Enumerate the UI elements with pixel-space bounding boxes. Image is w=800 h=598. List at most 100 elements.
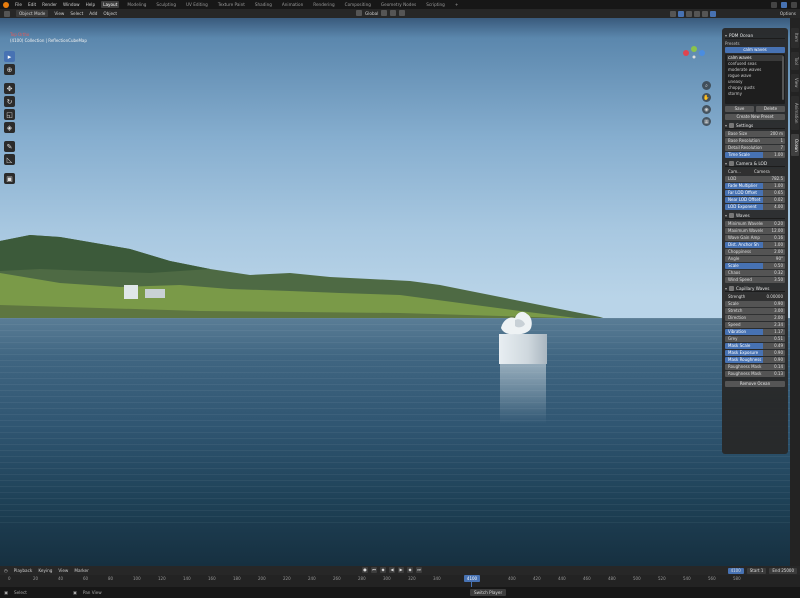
menu-playback[interactable]: Playback — [14, 568, 33, 573]
jump-end-icon[interactable]: ⏭ — [416, 567, 422, 573]
waves-row[interactable]: Minimum Wavelen 0.20 — [725, 221, 785, 227]
pedestal-cube[interactable] — [499, 334, 547, 364]
play-icon[interactable]: ▶ — [398, 567, 404, 573]
rotate-icon[interactable]: ↻ — [4, 96, 15, 107]
shading-solid-icon[interactable] — [702, 10, 708, 17]
workspace-tab-geometry-nodes[interactable]: Geometry Nodes — [379, 1, 418, 8]
capillary-row[interactable]: Roughness Mask 0.14 — [725, 364, 785, 370]
3d-viewport[interactable]: Top Ortho (4100) Collection | Reflection… — [0, 18, 790, 566]
tab-ocean[interactable]: Ocean — [791, 134, 799, 156]
lod-field[interactable]: LOD 782.5 — [725, 176, 785, 182]
menu-marker[interactable]: Marker — [74, 568, 88, 573]
pivot-icon[interactable] — [381, 10, 388, 16]
capillary-strength[interactable]: Strength 0.00000 — [725, 294, 785, 300]
play-reverse-icon[interactable]: ◀ — [389, 567, 395, 573]
workspace-tab-scripting[interactable]: Scripting — [424, 1, 447, 8]
section-camera-lod[interactable]: ▾ Camera & LOD — [725, 160, 785, 167]
section-waves[interactable]: ▾ Waves — [725, 212, 785, 219]
preset-scrollbar[interactable] — [782, 56, 784, 100]
save-preset-button[interactable]: Save — [725, 106, 754, 112]
checkbox-icon[interactable] — [729, 285, 735, 291]
workspace-tab-texture-paint[interactable]: Texture Paint — [216, 1, 247, 8]
gizmo-toggle-icon[interactable] — [678, 10, 684, 17]
menu-help[interactable]: Help — [86, 2, 96, 7]
lod-row[interactable]: Fade Multiplier 1.00 — [725, 183, 785, 189]
section-settings[interactable]: ▾ Settings — [725, 122, 785, 129]
annotate-icon[interactable]: ✎ — [4, 141, 15, 152]
switch-player-button[interactable]: Switch Player — [470, 589, 507, 596]
proportional-icon[interactable] — [399, 10, 406, 16]
perspective-grid-icon[interactable]: ▦ — [702, 117, 711, 126]
statue-object[interactable] — [497, 306, 537, 336]
cursor-icon[interactable]: ⊕ — [4, 64, 15, 75]
capillary-row[interactable]: Mask Roughness 0.90 — [725, 357, 785, 363]
overlay-toggle-icon[interactable] — [686, 10, 692, 17]
add-cube-icon[interactable]: ▣ — [4, 173, 15, 184]
waves-row[interactable]: Dist. Anchor Sh 1.00 — [725, 242, 785, 248]
workspace-tab-sculpting[interactable]: Sculpting — [154, 1, 178, 8]
preset-item[interactable]: stormy — [727, 91, 783, 97]
workspace-tab-uv-editing[interactable]: UV Editing — [184, 1, 210, 8]
orientation-icon[interactable] — [356, 10, 362, 16]
scale-icon[interactable]: ◱ — [4, 109, 15, 120]
camera-field[interactable]: Cam... Camera — [725, 169, 785, 175]
transform-orientation-dropdown[interactable]: Global — [365, 11, 378, 16]
blender-logo-icon[interactable] — [3, 1, 9, 8]
menu-render[interactable]: Render — [42, 2, 57, 7]
camera-view-icon[interactable]: ◉ — [702, 105, 711, 114]
select-box-icon[interactable]: ▸ — [4, 51, 15, 62]
workspace-tab-modeling[interactable]: Modeling — [125, 1, 148, 8]
jump-start-icon[interactable]: ⏮ — [371, 567, 377, 573]
add-workspace-button[interactable]: + — [453, 1, 461, 8]
render-icon[interactable] — [791, 1, 797, 8]
lod-row[interactable]: Far LOD Offset 0.65 — [725, 190, 785, 196]
tab-item[interactable]: Item — [791, 28, 799, 48]
waves-row[interactable]: Angle 90° — [725, 256, 785, 262]
move-icon[interactable]: ✥ — [4, 83, 15, 94]
workspace-tab-compositing[interactable]: Compositing — [343, 1, 373, 8]
workspace-tab-shading[interactable]: Shading — [253, 1, 274, 8]
waves-row[interactable]: Wave Gain Amp 0.16 — [725, 235, 785, 241]
create-preset-button[interactable]: Create New Preset — [725, 114, 785, 120]
tab-view[interactable]: View — [791, 74, 799, 92]
editor-type-icon[interactable] — [4, 10, 10, 17]
waves-row[interactable]: Choppiness 2.00 — [725, 249, 785, 255]
capillary-row[interactable]: Grey 0.51 — [725, 336, 785, 342]
navigation-gizmo[interactable] — [680, 43, 708, 71]
snap-icon[interactable] — [390, 10, 397, 16]
measure-icon[interactable]: ◺ — [4, 154, 15, 165]
menu-select[interactable]: Select — [70, 11, 83, 16]
settings-row[interactable]: Base Size 200 m — [725, 131, 785, 137]
menu-view-timeline[interactable]: View — [58, 568, 68, 573]
xray-icon[interactable] — [694, 10, 700, 17]
current-frame-field[interactable]: 4100 — [727, 567, 744, 574]
capillary-row[interactable]: Roughness Mask 0.13 — [725, 371, 785, 377]
timeline-ruler[interactable]: 0 20 40 60 80 100 120 140 160 180 200 22… — [0, 575, 800, 587]
remove-ocean-button[interactable]: Remove Ocean — [725, 381, 785, 387]
capillary-row[interactable]: Scale 0.90 — [725, 301, 785, 307]
workspace-tab-rendering[interactable]: Rendering — [311, 1, 336, 8]
menu-keying[interactable]: Keying — [38, 568, 52, 573]
view-layer-icon[interactable] — [781, 1, 787, 8]
tab-animation[interactable]: Animation — [791, 96, 799, 130]
workspace-tab-layout[interactable]: Layout — [101, 1, 120, 8]
section-capillary-waves[interactable]: ▾ Capillary Waves — [725, 285, 785, 292]
menu-view[interactable]: View — [54, 11, 64, 16]
waves-row[interactable]: Maximum Wavele 12.00 — [725, 228, 785, 234]
time-scale-slider[interactable]: Time Scale 1.00 — [725, 152, 785, 158]
waves-row[interactable]: Wind Speed 3.50 — [725, 277, 785, 283]
capillary-row[interactable]: Mask Exposure 0.90 — [725, 350, 785, 356]
menu-file[interactable]: File — [15, 2, 22, 7]
capillary-row[interactable]: Vibration 1.17 — [725, 329, 785, 335]
tab-tool[interactable]: Tool — [791, 52, 799, 70]
delete-preset-button[interactable]: Delete — [756, 106, 785, 112]
lod-row[interactable]: Near LOD Offset 0.02 — [725, 197, 785, 203]
capillary-row[interactable]: Speed 2.34 — [725, 322, 785, 328]
options-dropdown[interactable]: Options — [780, 11, 796, 16]
waves-row[interactable]: Chaos 0.32 — [725, 270, 785, 276]
workspace-tab-animation[interactable]: Animation — [280, 1, 305, 8]
settings-row[interactable]: Detail Resolution 7 — [725, 145, 785, 151]
menu-edit[interactable]: Edit — [28, 2, 36, 7]
capillary-row[interactable]: Mask Scale 0.49 — [725, 343, 785, 349]
waves-row[interactable]: Scale 0.50 — [725, 263, 785, 269]
